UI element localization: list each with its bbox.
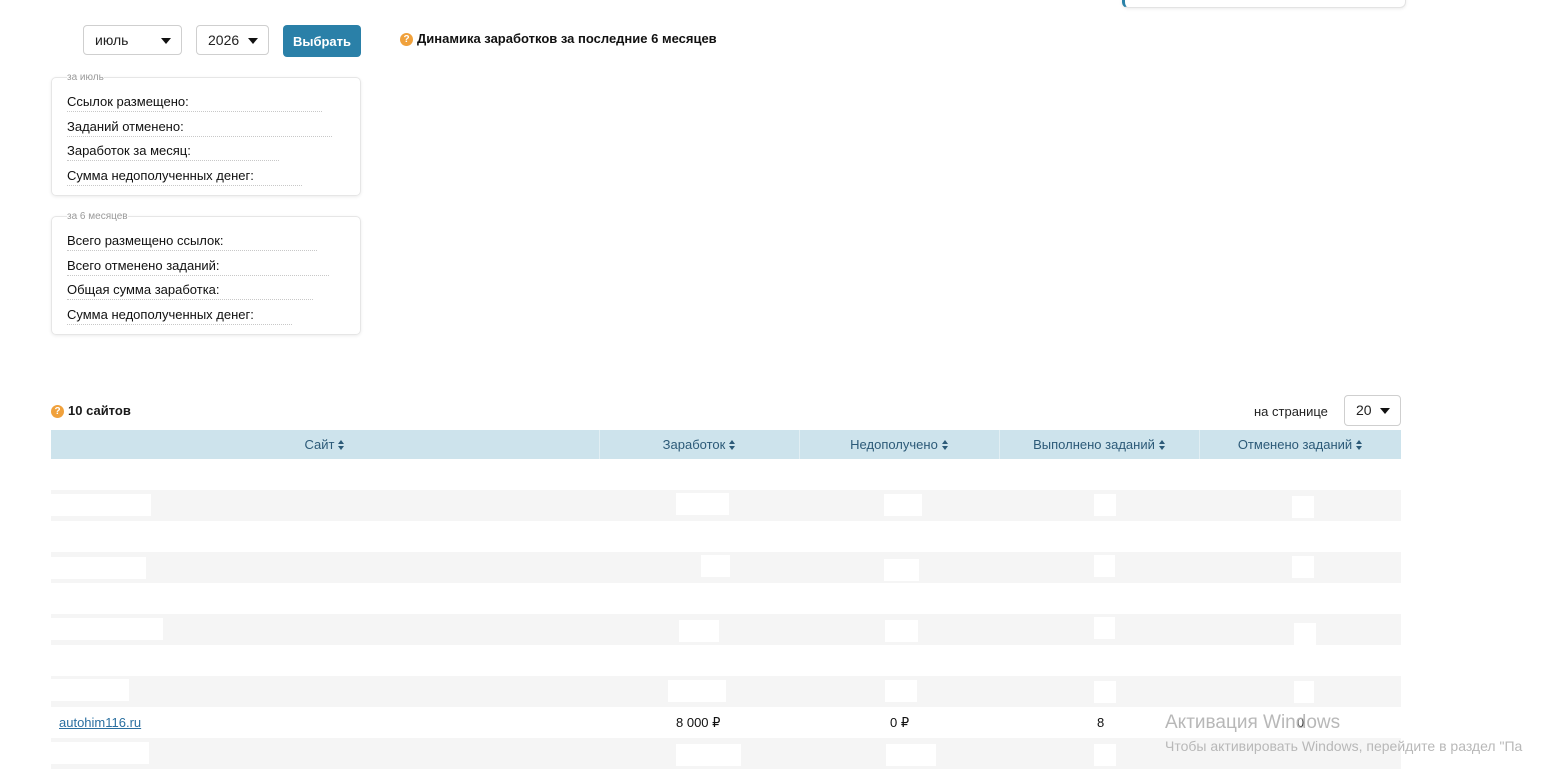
redacted-cell	[1094, 617, 1115, 639]
site-link[interactable]: autohim116.ru	[59, 715, 141, 730]
per-page-select[interactable]: 20	[1344, 395, 1401, 426]
year-select[interactable]: 2026	[196, 25, 269, 55]
chevron-down-icon	[248, 38, 258, 44]
table-row	[51, 583, 1401, 614]
sort-icon	[338, 440, 345, 450]
redacted-cell	[676, 493, 729, 515]
stat-missed-money: Сумма недополученных денег:	[67, 167, 302, 192]
redacted-cell	[51, 742, 149, 764]
sites-count: ? 10 сайтов	[51, 403, 131, 418]
chart-title-text: Динамика заработков за последние 6 месяц…	[417, 31, 717, 46]
sites-count-text: 10 сайтов	[68, 403, 131, 418]
table-row	[51, 614, 1401, 645]
help-icon[interactable]: ?	[400, 33, 413, 46]
help-icon[interactable]: ?	[51, 405, 64, 418]
table-row	[51, 676, 1401, 707]
choose-button[interactable]: Выбрать	[283, 25, 361, 57]
earnings-cell: 8 000 ₽	[676, 715, 721, 730]
redacted-cell	[51, 618, 163, 640]
stat-total-links-placed: Всего размещено ссылок:	[67, 232, 317, 257]
column-header-earnings[interactable]: Заработок	[600, 430, 800, 459]
month-stats-box: за июль Ссылок размещено: Заданий отмене…	[51, 72, 361, 196]
redacted-cell	[676, 744, 741, 766]
redacted-cell	[1294, 623, 1316, 645]
month-select[interactable]: июль	[83, 25, 182, 55]
redacted-cell	[884, 559, 919, 581]
sort-icon	[729, 440, 736, 450]
chevron-down-icon	[161, 38, 171, 44]
site-cell[interactable]: autohim116.ru	[59, 707, 141, 738]
stat-month-earnings: Заработок за месяц:	[67, 142, 279, 167]
per-page-value: 20	[1356, 402, 1372, 418]
redacted-cell	[668, 680, 726, 702]
redacted-cell	[885, 680, 917, 702]
redacted-cell	[884, 494, 922, 516]
table-row	[51, 490, 1401, 521]
column-header-completed[interactable]: Выполнено заданий	[1000, 430, 1200, 459]
redacted-cell	[1294, 681, 1314, 703]
redacted-cell	[885, 620, 918, 642]
missed-cell: 0 ₽	[890, 715, 910, 730]
table-row	[51, 459, 1401, 490]
stat-total-tasks-cancelled: Всего отменено заданий:	[67, 257, 329, 282]
table-row	[51, 521, 1401, 552]
redacted-cell	[51, 557, 146, 579]
table-row	[51, 552, 1401, 583]
completed-cell: 8	[1097, 715, 1105, 730]
stat-tasks-cancelled: Заданий отменено:	[67, 118, 332, 143]
stat-total-earnings: Общая сумма заработка:	[67, 281, 313, 306]
redacted-cell	[51, 494, 151, 516]
stat-total-missed-money: Сумма недополученных денег:	[67, 306, 292, 331]
chart-title: ? Динамика заработков за последние 6 меся…	[400, 31, 717, 46]
column-header-cancelled[interactable]: Отменено заданий	[1200, 430, 1401, 459]
table-row	[51, 645, 1401, 676]
redacted-cell	[1094, 555, 1115, 577]
year-select-value: 2026	[208, 32, 240, 48]
six-month-stats-box: за 6 месяцев Всего размещено ссылок: Все…	[51, 211, 361, 335]
redacted-cell	[1094, 681, 1116, 703]
top-panel-card	[1122, 0, 1406, 8]
windows-activation-subtitle: Чтобы активировать Windows, перейдите в …	[1165, 738, 1523, 754]
month-select-value: июль	[95, 32, 129, 48]
redacted-cell	[701, 555, 730, 577]
redacted-cell	[1292, 556, 1314, 578]
stat-links-placed: Ссылок размещено:	[67, 93, 322, 118]
sort-icon	[1356, 440, 1363, 450]
redacted-cell	[886, 744, 936, 766]
month-stats-legend: за июль	[67, 72, 104, 83]
column-header-missed[interactable]: Недополучено	[800, 430, 1000, 459]
redacted-cell	[679, 620, 719, 642]
per-page-label: на странице	[1254, 404, 1328, 419]
sort-icon	[1158, 440, 1166, 450]
table-header: Сайт Заработок Недополучено Выполнено за…	[51, 430, 1401, 459]
redacted-cell	[51, 679, 129, 701]
chevron-down-icon	[1380, 408, 1390, 414]
redacted-cell	[1094, 494, 1116, 516]
windows-activation-title: Активация Windows	[1165, 712, 1341, 733]
redacted-cell	[1094, 744, 1116, 766]
redacted-cell	[1292, 496, 1314, 518]
sort-icon	[941, 440, 949, 450]
column-header-site[interactable]: Сайт	[51, 430, 600, 459]
six-month-stats-legend: за 6 месяцев	[67, 211, 128, 222]
